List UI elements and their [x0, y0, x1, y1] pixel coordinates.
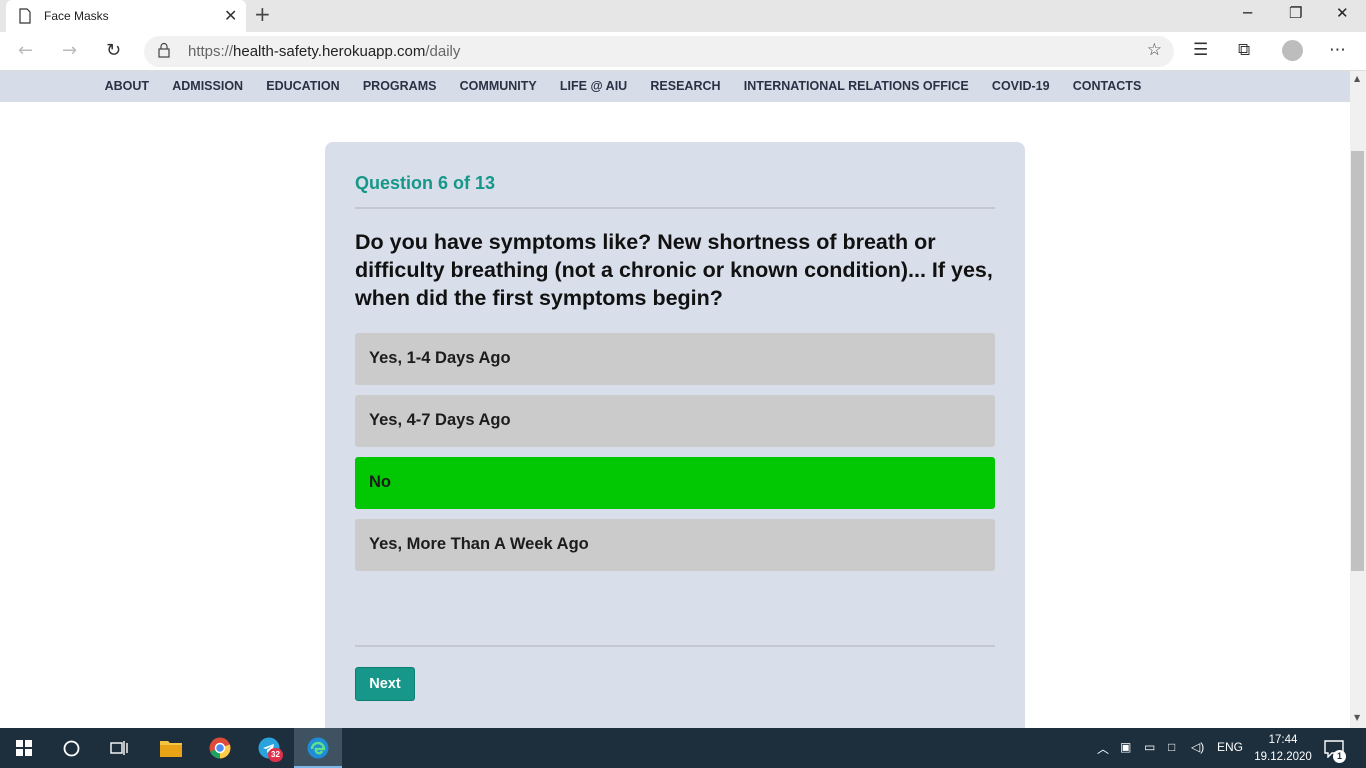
clock-date: 19.12.2020 — [1254, 751, 1312, 763]
quiz-card: Question 6 of 13 Do you have symptoms li… — [325, 142, 1025, 728]
nav-contacts[interactable]: CONTACTS — [1061, 79, 1153, 93]
clock[interactable]: 17:44 19.12.2020 — [1254, 732, 1312, 766]
nav-admission[interactable]: ADMISSION — [161, 79, 255, 93]
tray-chevron-icon[interactable]: ︿ — [1097, 740, 1109, 757]
windows-start-icon[interactable] — [16, 740, 32, 756]
telegram-badge: 32 — [268, 748, 283, 762]
browser-tab[interactable]: Face Masks ✕ — [6, 0, 246, 32]
scroll-down-icon[interactable]: ▼ — [1354, 713, 1360, 722]
task-view-icon[interactable] — [110, 740, 128, 756]
answer-option[interactable]: No — [355, 457, 995, 509]
nav-international-relations[interactable]: INTERNATIONAL RELATIONS OFFICE — [732, 79, 980, 93]
close-window-icon[interactable]: ✕ — [1336, 4, 1349, 22]
notification-count: 1 — [1333, 750, 1346, 763]
file-explorer-icon[interactable] — [160, 739, 182, 757]
more-menu-icon[interactable]: ⋯ — [1329, 40, 1346, 60]
nav-education[interactable]: EDUCATION — [255, 79, 352, 93]
nav-about[interactable]: ABOUT — [93, 79, 161, 93]
tray-security-icon[interactable]: ▣ — [1120, 740, 1131, 754]
next-button[interactable]: Next — [355, 667, 415, 701]
back-icon[interactable]: ← — [18, 40, 33, 61]
language-indicator[interactable]: ENG — [1217, 740, 1243, 754]
question-text: Do you have symptoms like? New shortness… — [355, 230, 993, 310]
nav-life-aiu[interactable]: LIFE @ AIU — [548, 79, 638, 93]
divider — [355, 645, 995, 647]
tray-volume-icon[interactable]: ◁) — [1191, 740, 1204, 754]
edge-taskbar-button[interactable] — [294, 728, 342, 768]
question-progress: Question 6 of 13 — [355, 173, 496, 193]
tray-battery-icon[interactable]: ▭ — [1144, 740, 1155, 754]
minimize-icon[interactable]: ─ — [1243, 4, 1252, 22]
nav-research[interactable]: RESEARCH — [639, 79, 732, 93]
address-toolbar: ← → ↻ https://health-safety.herokuapp.co… — [0, 32, 1366, 71]
refresh-icon[interactable]: ↻ — [106, 40, 121, 61]
collections-icon[interactable]: ⧉ — [1238, 40, 1250, 60]
clock-time: 17:44 — [1268, 734, 1298, 746]
scroll-up-icon[interactable]: ▲ — [1354, 74, 1360, 83]
divider — [355, 207, 995, 209]
nav-covid-19[interactable]: COVID-19 — [980, 79, 1061, 93]
chrome-icon[interactable] — [209, 737, 231, 759]
close-tab-icon[interactable]: ✕ — [224, 6, 237, 25]
answer-option[interactable]: Yes, More Than A Week Ago — [355, 519, 995, 571]
new-tab-icon[interactable]: + — [254, 2, 271, 26]
tray-network-icon[interactable]: □ — [1168, 740, 1175, 754]
url-text: https://health-safety.herokuapp.com/dail… — [188, 43, 461, 60]
favorite-star-icon[interactable]: ☆ — [1147, 40, 1162, 60]
edge-icon — [307, 737, 329, 759]
forward-icon[interactable]: → — [62, 40, 77, 61]
url-field[interactable]: https://health-safety.herokuapp.com/dail… — [144, 36, 1174, 67]
scrollbar[interactable]: ▲ ▼ — [1350, 71, 1366, 728]
tab-title: Face Masks — [44, 9, 109, 23]
tab-strip: Face Masks ✕ + ─ ❐ ✕ — [0, 0, 1366, 32]
page-viewport: ABOUT ADMISSION EDUCATION PROGRAMS COMMU… — [0, 71, 1350, 728]
taskbar: 32 ︿ ▣ ▭ □ ◁) ENG 17:44 19.12.2020 1 — [0, 728, 1366, 768]
nav-programs[interactable]: PROGRAMS — [351, 79, 448, 93]
lock-icon — [158, 42, 170, 58]
search-icon[interactable] — [63, 740, 80, 757]
scrollbar-thumb[interactable] — [1351, 151, 1364, 571]
nav-community[interactable]: COMMUNITY — [448, 79, 548, 93]
restore-icon[interactable]: ❐ — [1289, 4, 1302, 22]
favorites-list-icon[interactable]: ☰ — [1193, 40, 1208, 60]
page-icon — [19, 8, 31, 24]
answer-option[interactable]: Yes, 1-4 Days Ago — [355, 333, 995, 385]
answer-option[interactable]: Yes, 4-7 Days Ago — [355, 395, 995, 447]
profile-avatar[interactable] — [1282, 40, 1303, 61]
site-navigation: ABOUT ADMISSION EDUCATION PROGRAMS COMMU… — [0, 71, 1350, 102]
